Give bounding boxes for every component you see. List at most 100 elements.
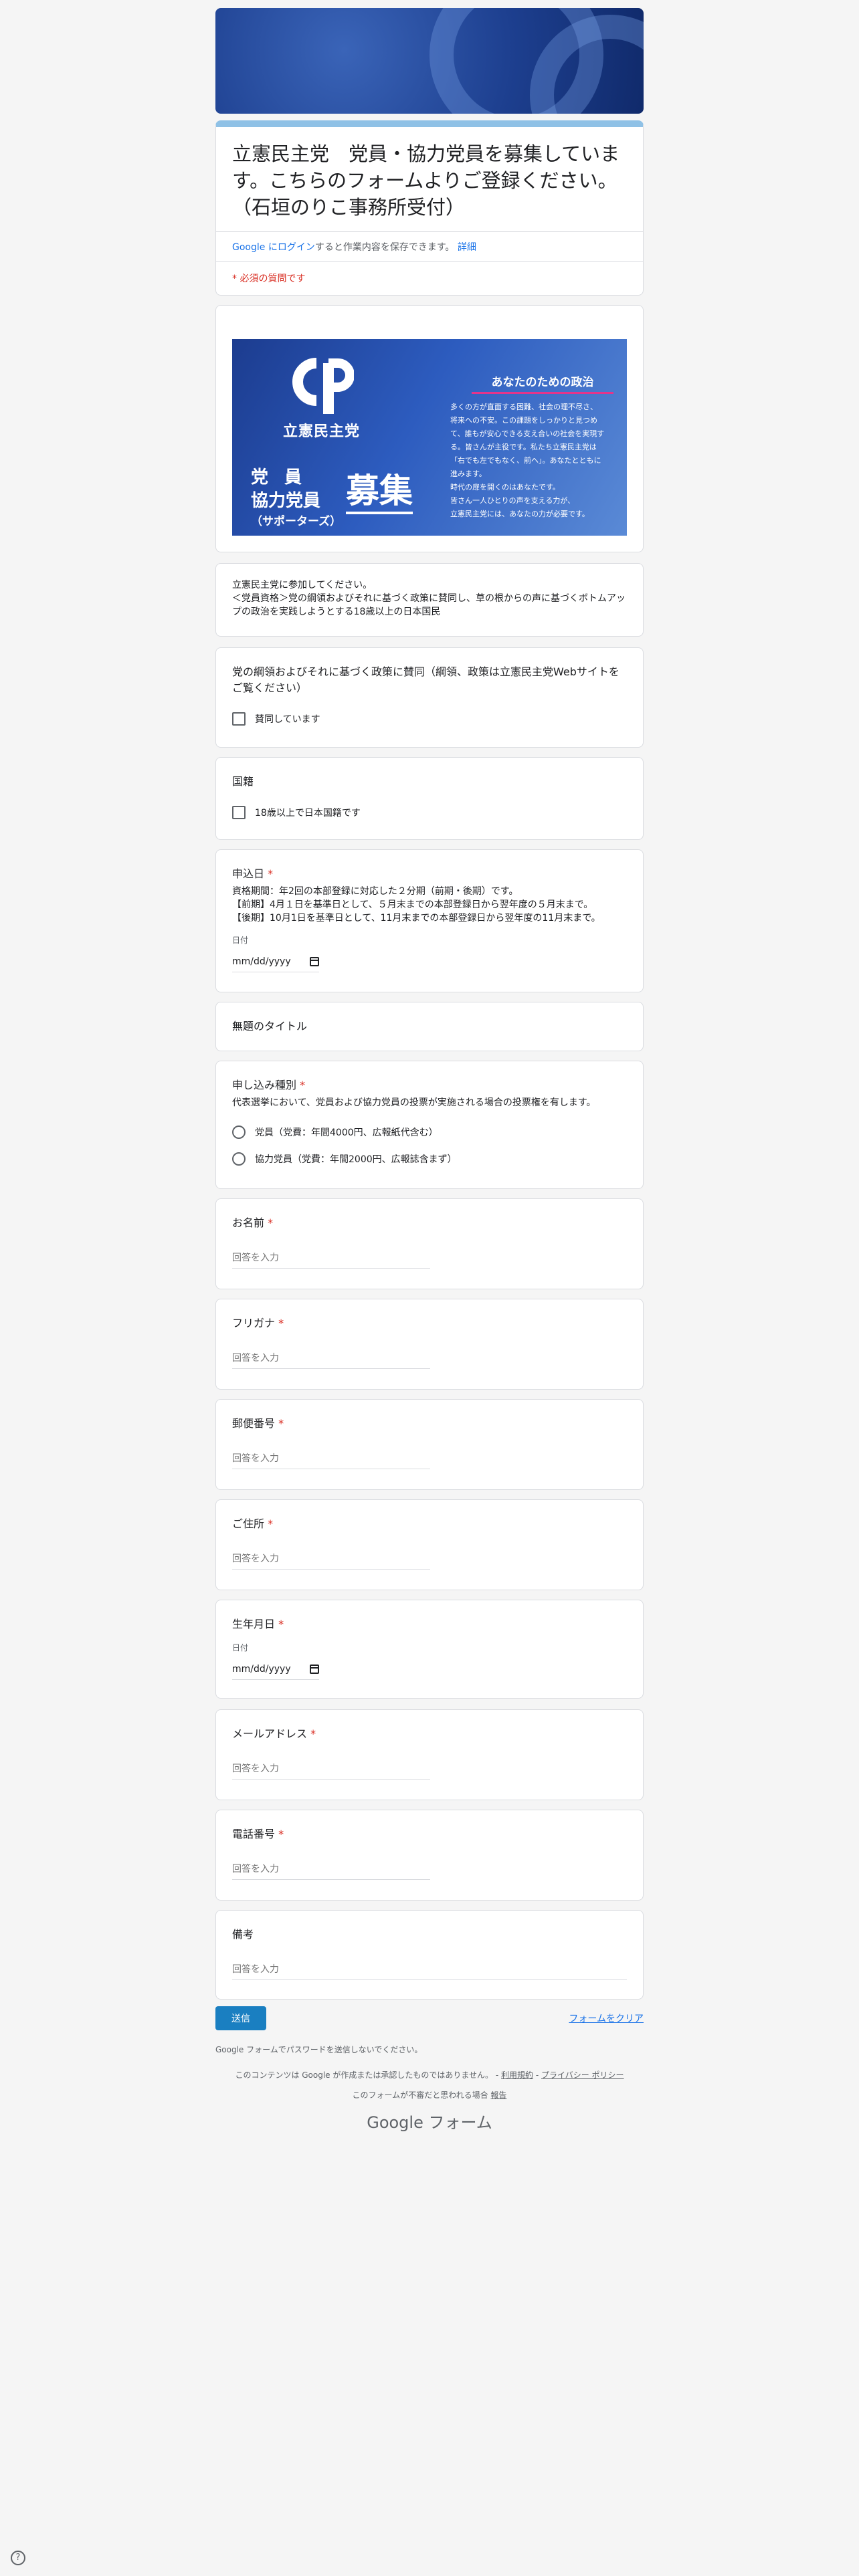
question-platform: 党の綱領およびそれに基づく政策に賛同（綱領、政策は立憲民主党Webサイトをご覧く… [215,647,644,748]
question-title-row: メールアドレス * [216,1726,643,1742]
poster-card: 立憲民主党 党員 協力党員 （サポーターズ） 募集 あなたのための政治 多くの方… [215,305,644,552]
question-birthday: 生年月日 * 日付 mm/dd/yyyy [215,1600,644,1699]
required-mark: * [300,1079,306,1091]
question-title: 生年月日 [232,1618,276,1630]
required-mark: * [268,1216,274,1229]
question-nationality: 国籍 18歳以上で日本国籍です [215,757,644,840]
poster-recruit-heading: 募集 [346,470,413,514]
question-email: メールアドレス * [215,1709,644,1800]
question-title-row: 生年月日 * [216,1616,643,1632]
question-name: お名前 * [215,1198,644,1289]
login-notice: Google にログインすると作業内容を保存できます。 詳細 [216,231,643,261]
google-forms-logo[interactable]: Google フォーム [215,2109,644,2133]
privacy-link[interactable]: プライバシー ポリシー [541,2070,624,2080]
intro-card: 立憲民主党に参加してください。 ＜党員資格＞党の綱領およびそれに基づく政策に賛同… [215,563,644,637]
login-link[interactable]: Google にログイン [232,242,315,253]
address-input[interactable] [232,1548,430,1570]
calendar-icon[interactable] [310,1664,319,1674]
question-title: 郵便番号 [232,1417,276,1430]
clear-form-link[interactable]: フォームをクリア [569,2012,644,2025]
notes-input[interactable] [232,1959,627,1980]
question-title: 国籍 [232,775,254,788]
email-input[interactable] [232,1758,430,1780]
radio-icon[interactable] [232,1125,246,1139]
terms-link[interactable]: 利用規約 [501,2070,533,2080]
question-title: お名前 [232,1216,265,1229]
question-title: 備考 [232,1928,254,1941]
required-note: * 必須の質問です [216,261,643,294]
poster-image: 立憲民主党 党員 協力党員 （サポーターズ） 募集 あなたのための政治 多くの方… [232,339,627,536]
poster-tagline: あなたのための政治 [472,372,613,394]
footer-report-line: このフォームが不審だと思われる場合 報告 [215,2085,644,2105]
question-title-row: 申し込み種別 * [216,1077,643,1093]
help-icon[interactable]: ? [11,2551,25,2565]
poster-body-text: 多くの方が直面する困難、社会の理不尽さ、 将来への不安。この課題をしっかりと見つ… [450,403,605,518]
details-link[interactable]: 詳細 [458,242,476,253]
question-title: メールアドレス [232,1727,308,1740]
form-header-card: 立憲民主党 党員・協力党員を募集しています。こちらのフォームよりご登録ください。… [215,120,644,296]
radio-label: 協力党員（党費：年間2000円、広報誌含まず） [255,1154,457,1165]
birthday-input[interactable]: mm/dd/yyyy [232,1658,319,1680]
poster-recruit-lines: 党員 協力党員 （サポーターズ） [251,466,341,530]
question-notes: 備考 [215,1910,644,2000]
radio-label: 党員（党費：年間4000円、広報紙代含む） [255,1128,438,1138]
name-input[interactable] [232,1247,430,1269]
party-logo-icon [292,358,354,414]
footer-legal: このコンテンツは Google が作成または承認したものではありません。 - 利… [215,2065,644,2105]
footer-legal-line: このコンテンツは Google が作成または承認したものではありません。 - 利… [235,2070,624,2080]
header-banner-image [215,8,644,114]
question-title: ご住所 [232,1517,265,1530]
checkbox-agree[interactable]: 賛同しています [216,706,643,732]
apply-date-input[interactable]: mm/dd/yyyy [232,951,319,972]
question-title-row: フリガナ * [216,1315,643,1331]
question-description: 資格期間：年2回の本部登録に対応した２分期（前期・後期）です。 【前期】4月１日… [232,886,601,924]
checkbox-label: 賛同しています [255,714,320,725]
password-warning: Google フォームでパスワードを送信しないでください。 [215,2045,423,2054]
question-title-row: ご住所 * [216,1516,643,1532]
section-title: 無題のタイトル [232,1020,308,1033]
form-title: 立憲民主党 党員・協力党員を募集しています。こちらのフォームよりご登録ください。… [232,142,620,219]
required-mark: * [268,1517,274,1530]
radio-associate-member[interactable]: 協力党員（党費：年間2000円、広報誌含まず） [216,1146,643,1172]
poster-party-name: 立憲民主党 [283,423,361,440]
date-placeholder: mm/dd/yyyy [232,1663,291,1675]
phone-input[interactable] [232,1858,430,1880]
question-postal-code: 郵便番号 * [215,1399,644,1490]
date-label: 日付 [232,1643,249,1652]
report-link[interactable]: 報告 [490,2090,506,2100]
question-title-row: 電話番号 * [216,1826,643,1842]
footer-legal-text: このコンテンツは Google が作成または承認したものではありません。 - [235,2070,499,2080]
checkbox-nationality[interactable]: 18歳以上で日本国籍です [216,799,643,826]
question-title-row: 申込日 * [216,866,643,882]
section-untitled: 無題のタイトル [215,1002,644,1051]
furigana-input[interactable] [232,1348,430,1369]
poster-line-supporters: （サポーターズ） [251,515,342,528]
date-placeholder: mm/dd/yyyy [232,956,291,967]
question-title-row: お名前 * [216,1215,643,1231]
login-notice-text: すると作業内容を保存できます。 [314,242,455,253]
radio-icon[interactable] [232,1152,246,1166]
question-membership-type: 申し込み種別 * 代表選挙において、党員および協力党員の投票が実施される場合の投… [215,1061,644,1189]
checkbox-icon[interactable] [232,712,246,726]
poster-line-associate: 協力党員 [251,491,321,511]
question-apply-date: 申込日 * 資格期間：年2回の本部登録に対応した２分期（前期・後期）です。 【前… [215,849,644,992]
question-title: 党の綱領およびそれに基づく政策に賛同（綱領、政策は立憲民主党Webサイトをご覧く… [232,665,619,694]
question-title: 電話番号 [232,1828,276,1840]
question-title: 申込日 [232,867,265,880]
submit-button[interactable]: 送信 [215,2006,266,2030]
checkbox-icon[interactable] [232,806,246,819]
required-mark: * [310,1727,316,1740]
required-mark: * [278,1317,284,1329]
required-mark: * [278,1828,284,1840]
postal-code-input[interactable] [232,1448,430,1469]
intro-text: 立憲民主党に参加してください。 ＜党員資格＞党の綱領およびそれに基づく政策に賛同… [232,580,626,617]
question-address: ご住所 * [215,1499,644,1590]
question-title: 申し込み種別 [232,1079,297,1091]
date-label: 日付 [232,936,249,945]
question-title-row: 郵便番号 * [216,1416,643,1432]
question-phone: 電話番号 * [215,1810,644,1901]
required-mark: * [278,1618,284,1630]
calendar-icon[interactable] [310,956,319,966]
radio-member[interactable]: 党員（党費：年間4000円、広報紙代含む） [216,1119,643,1146]
footer-report-text: このフォームが不審だと思われる場合 [352,2090,488,2100]
